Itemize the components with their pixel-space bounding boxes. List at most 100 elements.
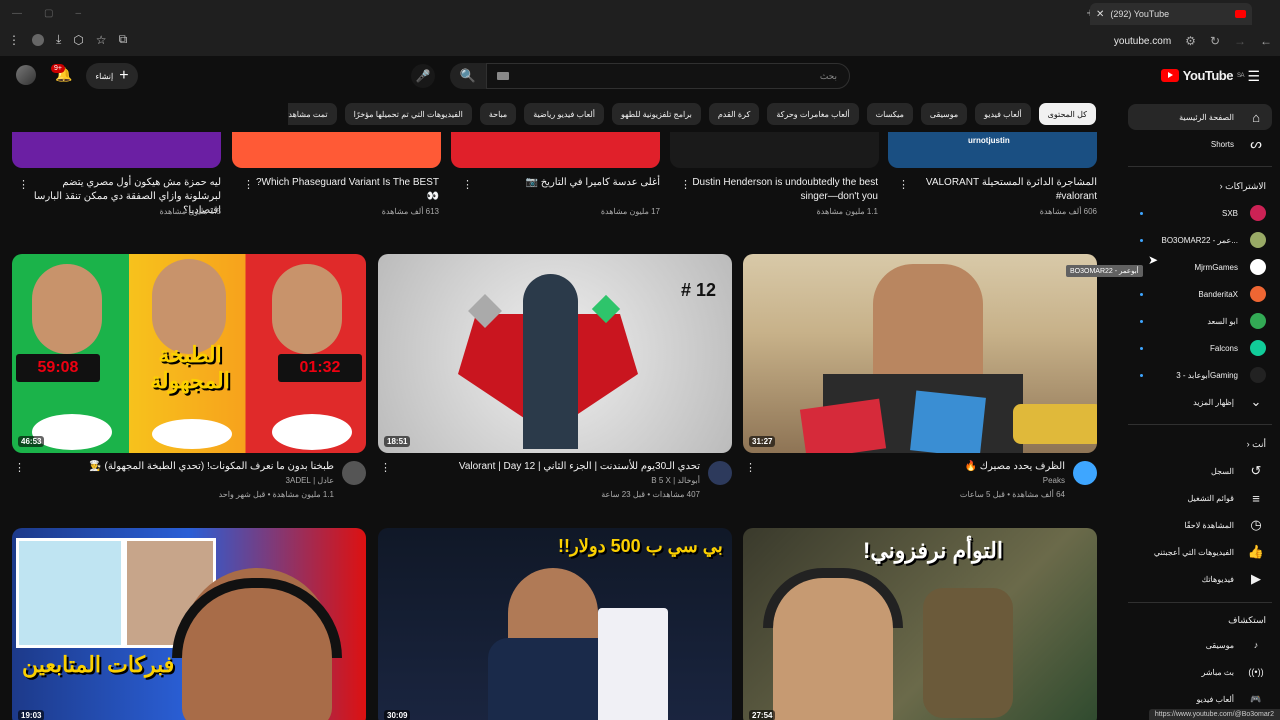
more-actions-icon[interactable]: ⋮ — [898, 178, 909, 191]
more-actions-icon[interactable]: ⋮ — [243, 178, 254, 191]
video-thumbnail[interactable] — [232, 132, 441, 168]
puzzle-icon[interactable]: ⬡ — [73, 33, 83, 47]
thumbnail-caption: فبركات المتابعين — [22, 652, 175, 677]
video-title[interactable]: Dustin Henderson is undoubtedly the best… — [688, 176, 878, 204]
youtube-logo[interactable]: YouTube SA — [1160, 68, 1245, 83]
video-title[interactable]: المشاجرة الدائرة المستحيلة VALORANT #val… — [907, 176, 1097, 204]
site-settings-icon[interactable]: ⚙ — [1185, 34, 1196, 48]
video-thumbnail[interactable]: 31:27 — [743, 254, 1097, 453]
sidebar-item-live[interactable]: بث مباشر ((•)) — [1128, 659, 1272, 685]
video-card[interactable]: بي سي ب 500 دولار!! 30:09 — [378, 528, 732, 720]
maximize-icon[interactable]: ▢ — [44, 8, 53, 19]
sidebar-item-home[interactable]: الصفحة الرئيسية ⌂ — [1128, 104, 1272, 130]
more-actions-icon[interactable]: ⋮ — [14, 461, 25, 474]
chip-5[interactable]: كرة القدم — [708, 103, 760, 125]
sidebar-subscription[interactable]: أبوعابد - 3Gaming — [1128, 362, 1272, 388]
more-actions-icon[interactable]: ⋮ — [462, 178, 473, 191]
create-button[interactable]: إنشاء + — [86, 63, 138, 89]
sidebar-subscription[interactable]: Falcons — [1128, 335, 1272, 361]
channel-tag: urnotjustin — [968, 136, 1010, 145]
download-icon[interactable]: ⤓ — [56, 32, 61, 47]
video-thumbnail[interactable]: بي سي ب 500 دولار!! 30:09 — [378, 528, 732, 720]
sidebar-item-playlist[interactable]: قوائم التشغيل ≡ — [1128, 485, 1272, 511]
channel-name[interactable]: Peaks — [1043, 476, 1065, 485]
sidebar-subscription[interactable]: SXB — [1128, 200, 1272, 226]
video-thumbnail[interactable] — [451, 132, 660, 168]
search-input[interactable]: بحث — [486, 63, 850, 89]
sidebar-item-clock[interactable]: المشاهدة لاحقًا ◷ — [1128, 512, 1272, 538]
chip-0[interactable]: كل المحتوى — [1038, 103, 1096, 125]
sidebar-item-history[interactable]: السجل ↺ — [1128, 458, 1272, 484]
more-actions-icon[interactable]: ⋮ — [18, 178, 29, 191]
sidebar-subscription[interactable]: ابو السعد — [1128, 308, 1272, 334]
chip-8[interactable]: مباحة — [479, 103, 517, 125]
video-thumbnail[interactable]: التوأم نرفزوني! 27:54 — [743, 528, 1097, 720]
chip-6[interactable]: برامج تلفزيونية للطهو — [611, 103, 701, 125]
video-meta: 17 مليون مشاهدة — [600, 207, 660, 216]
sidebar-item-music[interactable]: موسيقى ♪ — [1128, 632, 1272, 658]
sidebar-item-like[interactable]: الفيديوهات التي أعجبتني 👍 — [1128, 539, 1272, 565]
extension-icon[interactable] — [32, 33, 44, 46]
video-title[interactable]: أغلى عدسة كاميرا في التاريخ 📷 — [470, 176, 660, 190]
you-header[interactable]: أنت ‹ — [1247, 439, 1266, 450]
video-title[interactable]: طبخنا بدون ما نعرف المكونات! (تحدي الطبخ… — [34, 461, 334, 472]
back-icon[interactable]: ← — [1260, 34, 1272, 48]
channel-avatar[interactable] — [708, 461, 732, 485]
channel-name[interactable]: أبوخالد | B 5 X — [651, 476, 700, 485]
minimize2-icon[interactable]: ‒ — [75, 8, 81, 19]
more-actions-icon[interactable]: ⋮ — [380, 461, 391, 474]
sidebar-item-shorts[interactable]: Shorts ᔕ — [1128, 131, 1272, 157]
video-card[interactable]: 31:27 الظرف يحدد مصيرك 🔥 Peaks 64 ألف مش… — [743, 254, 1097, 521]
chip-9[interactable]: الفيديوهات التي تم تحميلها مؤخرًا — [344, 103, 472, 125]
close-tab-icon[interactable]: ✕ — [1096, 9, 1104, 20]
caption-line-1: الطبخة — [158, 342, 222, 367]
star-icon[interactable]: ☆ — [96, 33, 107, 47]
video-card[interactable]: التوأم نرفزوني! 27:54 — [743, 528, 1097, 720]
channel-name[interactable]: عادل | 3ADEL — [286, 476, 334, 485]
video-thumbnail[interactable]: فبركات المتابعين 19:03 — [12, 528, 366, 720]
subscriptions-header[interactable]: الاشتراكات ‹ — [1220, 181, 1266, 192]
show-more-button[interactable]: إظهار المزيد ⌄ — [1128, 389, 1272, 415]
chip-1[interactable]: ألعاب فيديو — [975, 103, 1031, 125]
sidebar-subscription[interactable]: BO3OMAR22 - عمر... — [1128, 227, 1272, 253]
video-thumbnail[interactable]: 59:08 01:32 الطبخة المجهولة 46:53 — [12, 254, 366, 453]
video-card[interactable]: فبركات المتابعين 19:03 — [12, 528, 366, 720]
channel-avatar[interactable] — [342, 461, 366, 485]
chip-10[interactable]: تمت مشاهدتها — [288, 103, 337, 125]
sidebar-item-label: بث مباشر — [1201, 667, 1234, 677]
more-actions-icon[interactable]: ⋮ — [745, 461, 756, 474]
minimize-icon[interactable]: — — [12, 8, 22, 19]
search-button[interactable]: 🔍 — [450, 63, 486, 89]
video-title[interactable]: الظرف يحدد مصيرك 🔥 — [765, 461, 1065, 472]
video-thumbnail[interactable] — [670, 132, 879, 168]
sidebar-divider — [1128, 166, 1272, 167]
more-actions-icon[interactable]: ⋮ — [680, 178, 691, 191]
sidebar-subscription[interactable]: BanderitaX — [1128, 281, 1272, 307]
voice-search-icon[interactable]: 🎤 — [411, 64, 435, 88]
sidebar-item-video[interactable]: فيديوهاتك ▶ — [1128, 566, 1272, 592]
chip-7[interactable]: ألعاب فيديو رياضية — [524, 103, 604, 125]
reload-icon[interactable]: ↻ — [1210, 34, 1220, 48]
video-thumbnail[interactable]: # 12 18:51 — [378, 254, 732, 453]
url-text[interactable]: youtube.com — [1114, 36, 1171, 47]
menu-hamburger-icon[interactable]: ☰ — [1247, 68, 1260, 85]
search-placeholder: بحث — [819, 70, 837, 81]
browser-tab[interactable]: ✕ (292) YouTube — [1090, 3, 1252, 25]
sidebar-item-label: BanderitaX — [1198, 289, 1238, 299]
keyboard-icon[interactable] — [497, 72, 509, 80]
video-card[interactable]: 59:08 01:32 الطبخة المجهولة 46:53 طبخنا … — [12, 254, 366, 521]
video-meta: 1.1 مليون مشاهدة — [816, 207, 878, 216]
video-thumbnail[interactable] — [12, 132, 221, 168]
screenshot-icon[interactable]: ⧉ — [119, 32, 128, 47]
chip-4[interactable]: ألعاب مغامرات وحركة — [767, 103, 859, 125]
chip-3[interactable]: ميكسات — [866, 103, 913, 125]
search-icon: 🔍 — [459, 68, 477, 83]
menu-dots-icon[interactable]: ⋮ — [8, 33, 20, 47]
chip-2[interactable]: موسيقى — [920, 103, 968, 125]
forward-icon[interactable]: → — [1234, 34, 1246, 48]
video-card[interactable]: # 12 18:51 تحدي الـ30يوم للأسندنت | الجز… — [378, 254, 732, 521]
channel-avatar[interactable] — [1073, 461, 1097, 485]
video-title[interactable]: تحدي الـ30يوم للأسندنت | الجزء الثاني | … — [400, 461, 700, 472]
account-avatar[interactable] — [16, 65, 36, 85]
video-title[interactable]: Which Phaseguard Variant Is The BEST? 👀 — [249, 176, 439, 204]
